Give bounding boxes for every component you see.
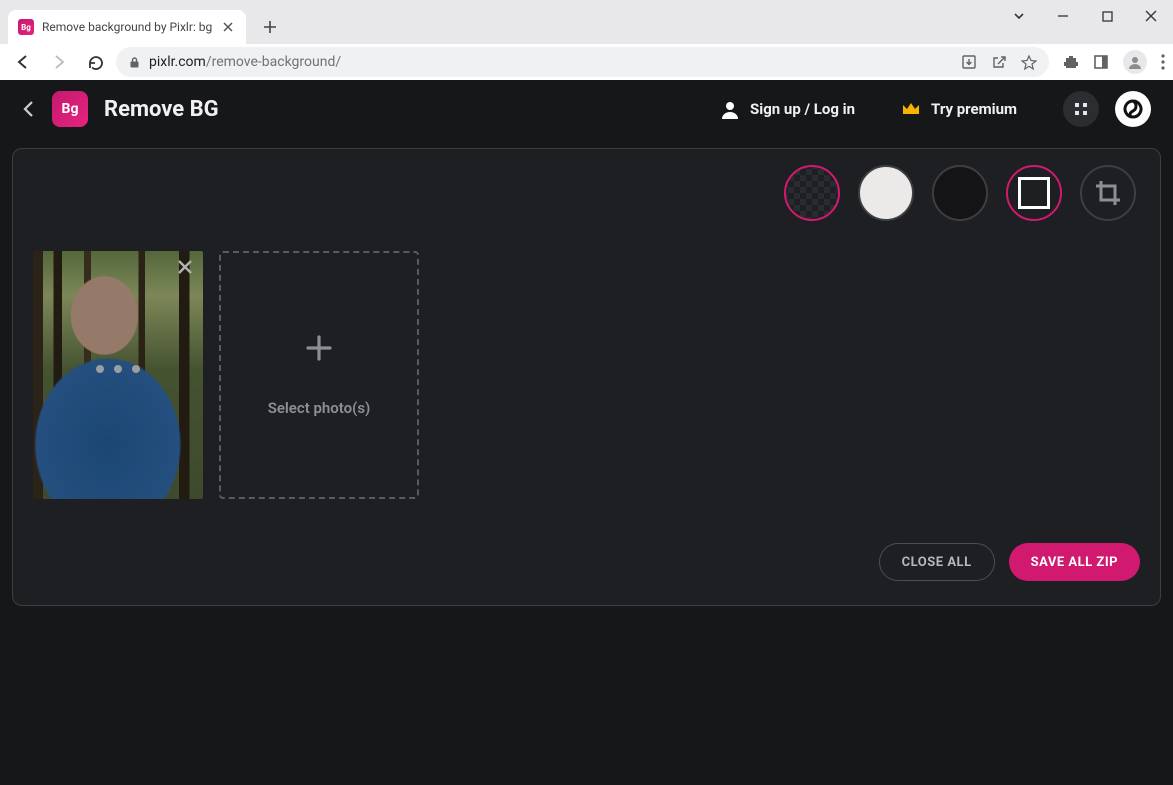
browser-toolbar: pixlr.com/remove-background/ (0, 44, 1173, 80)
profile-avatar-icon[interactable] (1123, 50, 1147, 74)
plus-icon (304, 333, 334, 363)
lock-icon (128, 56, 141, 69)
install-app-icon[interactable] (961, 54, 977, 70)
nav-back-icon[interactable] (8, 47, 38, 77)
panel-actions: CLOSE ALL SAVE ALL ZIP (33, 543, 1140, 581)
side-panel-icon[interactable] (1093, 54, 1109, 70)
premium-label: Try premium (931, 100, 1017, 118)
crown-icon (901, 100, 921, 118)
signup-login-link[interactable]: Sign up / Log in (720, 99, 855, 119)
kebab-menu-icon[interactable] (1161, 54, 1165, 70)
bg-white-option[interactable] (858, 165, 914, 221)
app-grid-button[interactable] (1063, 91, 1099, 127)
extensions-icon[interactable] (1063, 54, 1079, 70)
close-window-icon[interactable] (1129, 0, 1173, 32)
browser-tab[interactable]: Bg Remove background by Pixlr: bg (8, 10, 246, 44)
close-tab-icon[interactable] (220, 19, 236, 35)
aspect-original-option[interactable] (1006, 165, 1062, 221)
back-chevron-icon[interactable] (22, 99, 36, 119)
photo-thumbnail[interactable] (33, 251, 203, 499)
reload-icon[interactable] (80, 47, 110, 77)
bg-transparent-option[interactable] (784, 165, 840, 221)
try-premium-link[interactable]: Try premium (901, 100, 1017, 118)
bookmark-star-icon[interactable] (1021, 54, 1037, 70)
url-host: pixlr.com (149, 54, 206, 70)
tab-favicon: Bg (18, 19, 34, 35)
main-panel: Select photo(s) CLOSE ALL SAVE ALL ZIP (12, 148, 1161, 606)
share-icon[interactable] (991, 54, 1007, 70)
thumbnail-row: Select photo(s) (33, 251, 1140, 499)
close-all-button[interactable]: CLOSE ALL (879, 543, 995, 581)
nav-forward-icon (44, 47, 74, 77)
minimize-icon[interactable] (1041, 0, 1085, 32)
app-header: Bg Remove BG Sign up / Log in Try premiu… (0, 80, 1173, 138)
loading-dots-icon (96, 365, 140, 373)
address-bar[interactable]: pixlr.com/remove-background/ (116, 47, 1049, 77)
url-path: /remove-background/ (206, 54, 341, 70)
tab-title: Remove background by Pixlr: bg (42, 20, 212, 34)
remove-photo-icon[interactable] (177, 259, 193, 275)
app: Bg Remove BG Sign up / Log in Try premiu… (0, 80, 1173, 785)
signup-label: Sign up / Log in (750, 100, 855, 118)
select-photos-dropzone[interactable]: Select photo(s) (219, 251, 419, 499)
app-title: Remove BG (104, 97, 219, 122)
user-icon (720, 99, 740, 119)
maximize-icon[interactable] (1085, 0, 1129, 32)
pixlr-brand-button[interactable] (1115, 91, 1151, 127)
new-tab-button[interactable] (256, 13, 284, 41)
tab-search-icon[interactable] (997, 0, 1041, 32)
background-options (784, 165, 1136, 221)
dropzone-label: Select photo(s) (268, 399, 371, 417)
bg-black-option[interactable] (932, 165, 988, 221)
app-logo: Bg (52, 91, 88, 127)
window-titlebar: Bg Remove background by Pixlr: bg (0, 0, 1173, 44)
crop-option[interactable] (1080, 165, 1136, 221)
window-controls (997, 0, 1173, 32)
save-all-zip-button[interactable]: SAVE ALL ZIP (1009, 543, 1140, 581)
